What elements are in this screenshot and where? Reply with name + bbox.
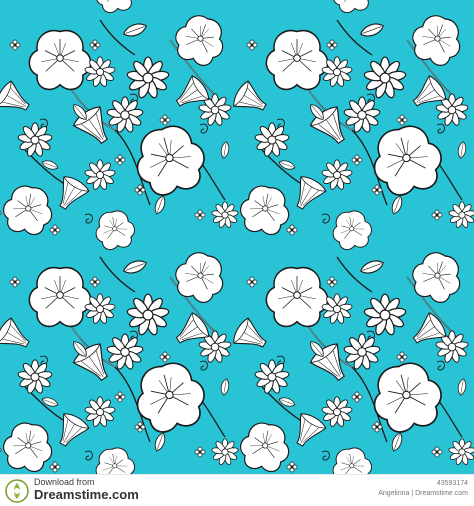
image-id: 43593174 [436,480,468,487]
watermark-footer: Download from Dreamstime.com 43593174 An… [0,474,474,506]
author-credit: Angelinna | Dreamstime.com [378,490,468,497]
floral-pattern [0,0,474,474]
stock-image: Download from Dreamstime.com 43593174 An… [0,0,474,506]
image-meta: 43593174 Angelinna | Dreamstime.com [378,479,468,499]
download-credit: Download from Dreamstime.com [34,477,139,502]
dreamstime-logo-icon [5,479,29,503]
brand-name[interactable]: Dreamstime.com [34,488,139,501]
download-label: Download from [34,477,95,487]
